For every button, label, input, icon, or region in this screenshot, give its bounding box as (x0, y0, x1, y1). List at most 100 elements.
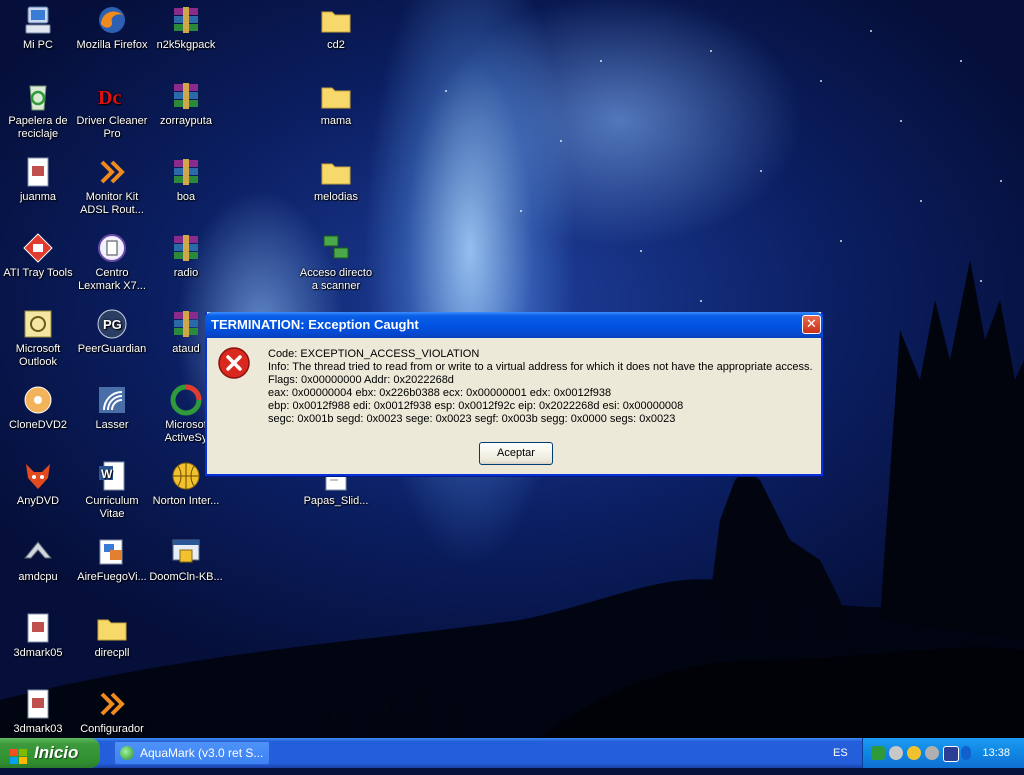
installer-icon (170, 536, 202, 568)
chevron-arrows-icon (96, 156, 128, 188)
outlook-icon (22, 308, 54, 340)
error-line: segc: 0x001b segd: 0x0023 sege: 0x0023 s… (268, 413, 676, 425)
driver-cleaner-icon: Dc (96, 80, 128, 112)
exception-dialog: TERMINATION: Exception Caught ✕ Code: EX… (205, 312, 823, 476)
desktop-icon-papelera[interactable]: Papelera de reciclaje (0, 80, 76, 141)
desktop-icon-monitor-kit[interactable]: Monitor Kit ADSL Rout... (74, 156, 150, 217)
fox-icon (22, 460, 54, 492)
desktop-icon-curriculum[interactable]: W Curriculum Vitae (74, 460, 150, 521)
document-icon (22, 612, 54, 644)
wireless-icon (96, 384, 128, 416)
desktop-icon-label: amdcpu (18, 571, 58, 583)
desktop-icon-3dmark05[interactable]: 3dmark05 (0, 612, 76, 660)
word-document-icon: W (96, 460, 128, 492)
bluetooth-icon[interactable] (961, 746, 971, 760)
desktop-icon-boa[interactable]: boa (148, 156, 224, 204)
desktop-icon-anydvd[interactable]: AnyDVD (0, 460, 76, 508)
dialog-title: TERMINATION: Exception Caught (211, 317, 419, 332)
desktop-icon-label: Acceso directo a scanner (299, 267, 373, 292)
start-label: Inicio (34, 743, 79, 762)
clock[interactable]: 13:38 (982, 738, 1010, 768)
windows-logo-icon (10, 745, 28, 764)
svg-text:W: W (101, 467, 113, 481)
power-icon[interactable] (943, 746, 959, 762)
desktop-icon-label: cd2 (327, 39, 345, 51)
desktop-icon-3dmark03[interactable]: 3dmark03 (0, 688, 76, 736)
desktop-icon-label: zorrayputa (160, 115, 212, 127)
desktop-icon-label: DoomCln-KB... (149, 571, 223, 583)
language-indicator[interactable]: ES (833, 738, 848, 768)
error-line: eax: 0x00000004 ebx: 0x226b0388 ecx: 0x0… (268, 387, 612, 399)
taskbar-button-label: AquaMark (v3.0 ret S... (140, 746, 264, 760)
speaker-icon[interactable] (889, 746, 903, 760)
start-button[interactable]: Inicio (0, 738, 100, 768)
desktop-icon-amdcpu[interactable]: amdcpu (0, 536, 76, 584)
desktop-icon-label: Driver Cleaner Pro (76, 115, 148, 140)
desktop-icon-label: direcpll (94, 647, 130, 659)
taskbar-button-aquamark[interactable]: AquaMark (v3.0 ret S... (114, 741, 270, 765)
lexmark-icon (96, 232, 128, 264)
network-globe-icon[interactable] (907, 746, 921, 760)
desktop-icon-label: 3dmark03 (13, 723, 63, 735)
activesync-icon (170, 384, 202, 416)
dialog-titlebar[interactable]: TERMINATION: Exception Caught ✕ (205, 312, 823, 338)
folder-icon (320, 4, 352, 36)
desktop-icon-label: juanma (19, 191, 57, 203)
error-icon (217, 346, 251, 380)
ati-tray-tools-icon (22, 232, 54, 264)
desktop-icon-label: Mozilla Firefox (76, 39, 148, 51)
desktop-icon-microsoft-outlook[interactable]: Microsoft Outlook (0, 308, 76, 369)
desktop-icon-scanner[interactable]: Acceso directo a scanner (298, 232, 374, 293)
error-line: Code: EXCEPTION_ACCESS_VIOLATION (268, 348, 480, 360)
desktop-icon-label: Norton Inter... (152, 495, 220, 507)
error-line: ebp: 0x0012f988 edi: 0x0012f938 esp: 0x0… (268, 400, 684, 412)
taskbar: Inicio AquaMark (v3.0 ret S... ES 13:38 (0, 738, 1024, 768)
desktop-icon-mi-pc[interactable]: Mi PC (0, 4, 76, 52)
desktop-icon-peerguardian[interactable]: PG PeerGuardian (74, 308, 150, 356)
clonedvd-icon (22, 384, 54, 416)
desktop-icon-centro-lexmark[interactable]: Centro Lexmark X7... (74, 232, 150, 293)
close-button[interactable]: ✕ (802, 315, 821, 334)
ok-button[interactable]: Aceptar (479, 442, 553, 465)
ati-icon[interactable] (925, 746, 939, 760)
desktop-icon-label: boa (176, 191, 196, 203)
svg-text:PG: PG (103, 317, 122, 332)
desktop-icon-label: PeerGuardian (77, 343, 147, 355)
desktop-icon-lasser[interactable]: Lasser (74, 384, 150, 432)
winrar-archive-icon (170, 4, 202, 36)
error-message: Code: EXCEPTION_ACCESS_VIOLATION Info: Th… (268, 348, 813, 426)
desktop-icon-mozilla-firefox[interactable]: Mozilla Firefox (74, 4, 150, 52)
desktop-icon-label: Curriculum Vitae (85, 495, 139, 520)
desktop-icon-label: Centro Lexmark X7... (78, 267, 146, 292)
desktop-icon-label: radio (173, 267, 199, 279)
chevron-arrows-icon (96, 688, 128, 720)
firefox-icon (96, 4, 128, 36)
winrar-archive-icon (170, 80, 202, 112)
desktop-icon-radio[interactable]: radio (148, 232, 224, 280)
desktop-icon-doomcln[interactable]: DoomCln-KB... (148, 536, 224, 584)
desktop-icon-clonedvd2[interactable]: CloneDVD2 (0, 384, 76, 432)
desktop-icon-label: Lasser (95, 419, 129, 431)
desktop-icon-driver-cleaner[interactable]: Dc Driver Cleaner Pro (74, 80, 150, 141)
desktop-icon-n2k5kgpack[interactable]: n2k5kgpack (148, 4, 224, 52)
folder-icon (320, 80, 352, 112)
desktop-icon-mama[interactable]: mama (298, 80, 374, 128)
desktop-icon-airefuegovi[interactable]: AireFuegoVi... (74, 536, 150, 584)
amd-icon (22, 536, 54, 568)
desktop-icon-melodias[interactable]: melodias (298, 156, 374, 204)
document-icon (22, 688, 54, 720)
winrar-archive-icon (170, 156, 202, 188)
desktop-icon-juanma[interactable]: juanma (0, 156, 76, 204)
desktop-icon-label: Papas_Slid... (303, 495, 369, 507)
winrar-archive-icon (170, 308, 202, 340)
desktop-icon-label: melodias (313, 191, 359, 203)
desktop-icon-ati-tray-tools[interactable]: ATI Tray Tools (0, 232, 76, 280)
desktop-icon-zorrayputa[interactable]: zorrayputa (148, 80, 224, 128)
close-icon: ✕ (806, 316, 817, 331)
desktop-icon-configurador[interactable]: Configurador (74, 688, 150, 736)
desktop-icon-cd2[interactable]: cd2 (298, 4, 374, 52)
desktop-icon-label: Papelera de reciclaje (8, 115, 68, 140)
desktop-icon-label: AnyDVD (16, 495, 60, 507)
cpu-meter-icon[interactable] (871, 746, 885, 760)
desktop-icon-direcpll[interactable]: direcpll (74, 612, 150, 660)
